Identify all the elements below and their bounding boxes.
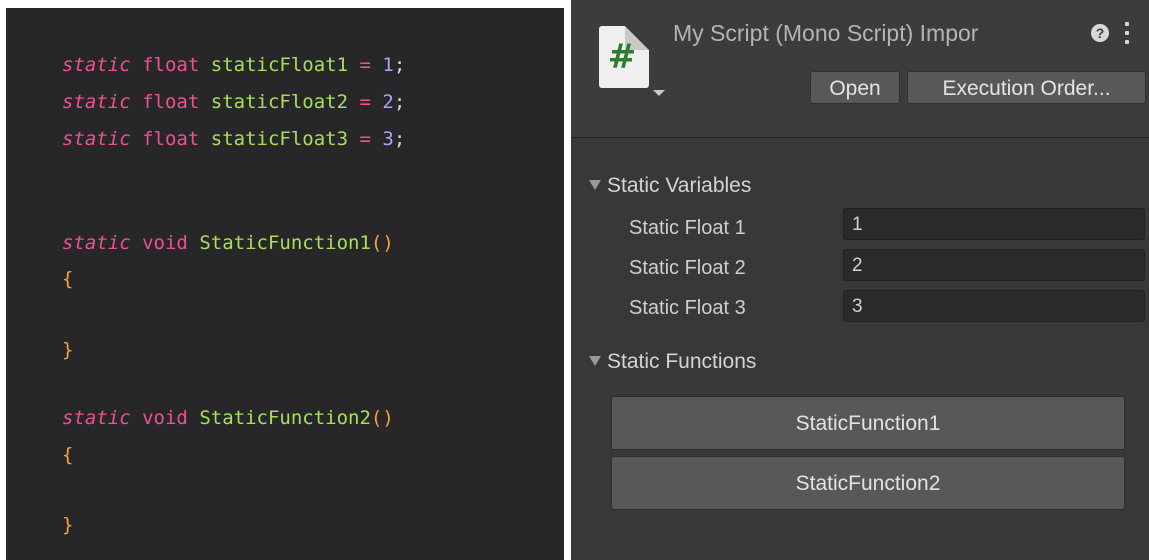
- code-line-function2-signature: static void StaticFunction2(): [62, 408, 394, 428]
- keyword-static: static: [62, 232, 131, 254]
- keyword-type: void: [142, 232, 188, 254]
- code-line-float3: static float staticFloat3 = 3;: [62, 129, 405, 149]
- operator: =: [359, 91, 371, 113]
- semicolon: ;: [393, 128, 406, 150]
- inspector-title: My Script (Mono Script) Impor: [673, 20, 979, 46]
- semicolon: ;: [393, 54, 406, 76]
- code-line-float2: static float staticFloat2 = 2;: [62, 92, 405, 112]
- help-icon[interactable]: ?: [1091, 24, 1109, 42]
- keyword-static: static: [62, 54, 131, 76]
- code-line-function2-close: }: [62, 515, 73, 535]
- code-block: static float staticFloat1 = 1; static fl…: [62, 8, 405, 535]
- kebab-menu-icon[interactable]: [1124, 22, 1130, 46]
- keyword-type: void: [142, 407, 188, 429]
- number-literal: 1: [382, 54, 394, 76]
- keyword-static: static: [62, 91, 131, 113]
- foldout-arrow-icon: [589, 180, 601, 190]
- foldout-label: Static Variables: [607, 174, 752, 197]
- inspector-header: # My Script (Mono Script) Impor ? Open E…: [571, 0, 1149, 138]
- code-line-float1: static float staticFloat1 = 1;: [62, 55, 405, 75]
- keyword-type: float: [142, 128, 200, 150]
- dropdown-arrow-icon[interactable]: [653, 90, 665, 96]
- code-line-function1-close: }: [62, 340, 73, 360]
- static-float-3-input[interactable]: 3: [843, 290, 1145, 322]
- variable-name: staticFloat2: [210, 91, 349, 113]
- csharp-script-icon[interactable]: #: [599, 26, 649, 88]
- code-editor-panel: static float staticFloat1 = 1; static fl…: [6, 8, 564, 560]
- foldout-arrow-icon: [589, 356, 601, 366]
- function-name: StaticFunction1: [199, 232, 371, 254]
- static-float-1-input[interactable]: 1: [843, 208, 1145, 240]
- static-function-1-button[interactable]: StaticFunction1: [611, 396, 1125, 450]
- keyword-static: static: [62, 128, 131, 150]
- static-variables-foldout[interactable]: Static Variables: [589, 174, 751, 198]
- static-functions-foldout[interactable]: Static Functions: [589, 350, 756, 374]
- code-line-function1-open: {: [62, 269, 73, 289]
- field-label-static-float-2: Static Float 2: [629, 257, 746, 279]
- number-literal: 2: [382, 91, 394, 113]
- number-literal: 3: [382, 128, 394, 150]
- code-line-function1-signature: static void StaticFunction1(): [62, 233, 394, 253]
- open-button[interactable]: Open: [810, 71, 900, 104]
- operator: =: [359, 128, 371, 150]
- open-brace: {: [62, 444, 74, 466]
- semicolon: ;: [393, 91, 406, 113]
- static-function-2-button[interactable]: StaticFunction2: [611, 456, 1125, 510]
- hash-glyph: #: [607, 37, 637, 77]
- keyword-static: static: [62, 407, 131, 429]
- keyword-type: float: [142, 54, 200, 76]
- variable-name: staticFloat3: [210, 128, 349, 150]
- foldout-label: Static Functions: [607, 350, 757, 373]
- parens: (): [370, 407, 394, 429]
- code-line-function2-open: {: [62, 445, 73, 465]
- operator: =: [359, 54, 371, 76]
- close-brace: }: [62, 339, 74, 361]
- keyword-type: float: [142, 91, 200, 113]
- static-float-2-input[interactable]: 2: [843, 249, 1145, 281]
- variable-name: staticFloat1: [210, 54, 349, 76]
- field-label-static-float-3: Static Float 3: [629, 297, 746, 319]
- open-brace: {: [62, 268, 74, 290]
- inspector-panel: # My Script (Mono Script) Impor ? Open E…: [571, 0, 1149, 560]
- parens: (): [370, 232, 394, 254]
- close-brace: }: [62, 514, 74, 536]
- field-label-static-float-1: Static Float 1: [629, 217, 746, 239]
- function-name: StaticFunction2: [199, 407, 371, 429]
- execution-order-button[interactable]: Execution Order...: [907, 71, 1146, 104]
